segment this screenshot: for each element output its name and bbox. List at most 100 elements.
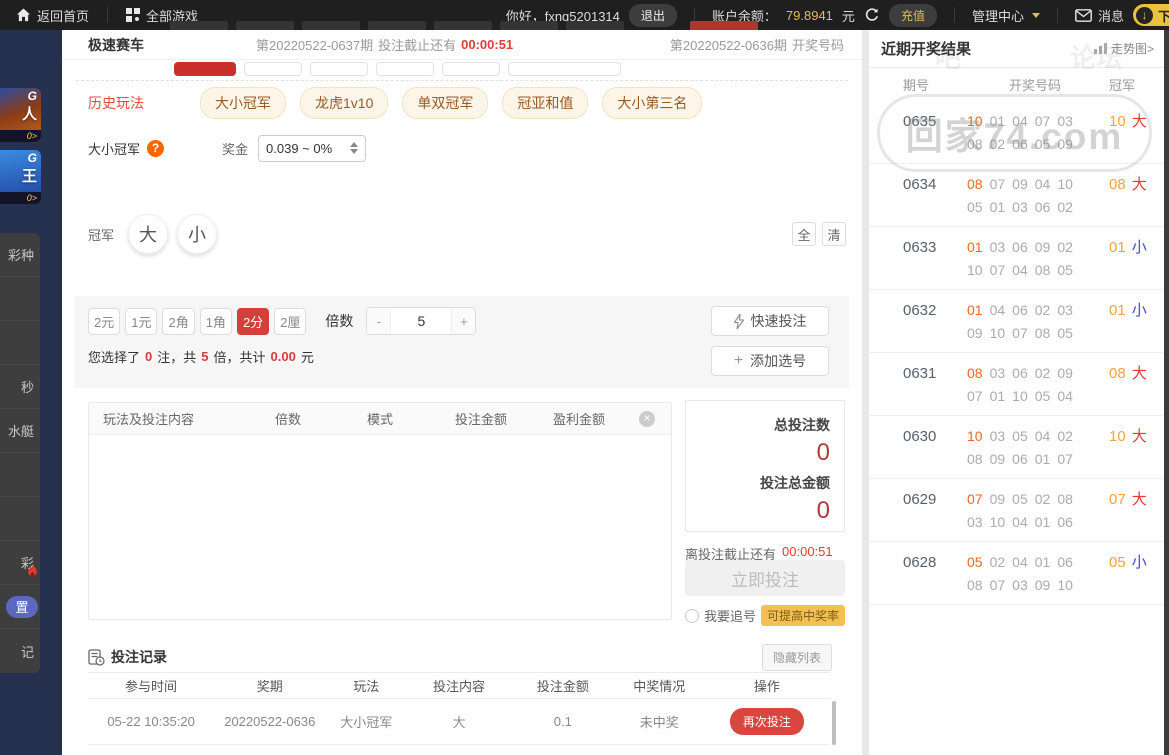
right-edge-scrollbar[interactable]: [1164, 30, 1169, 755]
result-number: 03: [1012, 199, 1028, 215]
chase-tag: 可提高中奖率: [761, 605, 846, 626]
sidebar-menu-item-3[interactable]: 秒: [0, 365, 40, 409]
balance-unit: 元: [841, 8, 855, 24]
admin-center-menu[interactable]: 管理中心: [972, 6, 1040, 25]
sidebar-menu-item-6[interactable]: [0, 497, 40, 541]
summary-mid2: 倍，共计: [213, 350, 266, 365]
add-selection-button[interactable]: + 添加选号: [711, 346, 829, 376]
result-number: 06: [1012, 365, 1028, 381]
result-number: 05: [1057, 325, 1073, 341]
partial-tab[interactable]: [310, 62, 368, 76]
banner-cta: 0>: [0, 130, 41, 142]
playtype-tab-4[interactable]: 大小第三名: [602, 87, 703, 119]
result-number: 02: [1034, 302, 1051, 318]
playtype-tab-1[interactable]: 龙虎1v10: [300, 87, 389, 119]
playtype-tab-0[interactable]: 大小冠军: [200, 87, 286, 119]
messages-label: 消息: [1097, 8, 1124, 24]
denom-button-2厘[interactable]: 2厘: [274, 307, 307, 335]
partial-tab[interactable]: [244, 62, 302, 76]
playtype-tab-2[interactable]: 单双冠军: [402, 87, 489, 119]
download-label: 下: [1157, 8, 1169, 24]
prize-select[interactable]: 0.039 ~ 0%: [258, 134, 367, 162]
sidebar-menu-item-0[interactable]: 彩种: [0, 233, 40, 277]
result-number: 07: [989, 176, 1006, 192]
summary-multiplier: 5: [201, 349, 209, 364]
partial-tab[interactable]: [376, 62, 434, 76]
bet-now-button[interactable]: 立即投注: [685, 560, 845, 596]
result-number: 08: [967, 577, 983, 593]
refresh-icon[interactable]: [864, 7, 880, 23]
sidebar-menu-item-1[interactable]: [0, 277, 40, 321]
download-app-button[interactable]: ↓ 下: [1132, 4, 1169, 26]
trend-chart-link[interactable]: 走势图>: [1093, 40, 1154, 57]
multiplier-plus-button[interactable]: +: [452, 308, 476, 334]
champion-number: 01: [1109, 239, 1126, 256]
result-number: 10: [989, 325, 1006, 341]
champion-number: 08: [1109, 176, 1126, 193]
result-numbers: 01 04 06 02 03 09 10 07 08 05: [967, 299, 1103, 345]
chase-label: 我要追号: [704, 609, 757, 624]
result-number: 07: [989, 262, 1006, 278]
bet-again-button[interactable]: 再次投注: [729, 708, 804, 735]
results-title: 近期开奖结果: [881, 41, 972, 58]
record-col-1: 奖期: [256, 679, 283, 694]
records-scrollbar[interactable]: [832, 701, 836, 745]
partial-tab[interactable]: [442, 62, 500, 76]
hide-list-button[interactable]: 隐藏列表: [761, 643, 832, 671]
option-button-小[interactable]: 小: [177, 214, 217, 254]
result-number: 03: [1057, 302, 1073, 318]
result-row-0630: 0630 10 03 05 04 02 08 09 06 01 07 10 大: [869, 416, 1164, 479]
quick-bet-button[interactable]: 快速投注: [711, 306, 829, 336]
result-number: 05: [1012, 491, 1028, 507]
result-number-line-1: 10 03 05 04 02: [967, 425, 1103, 448]
sidebar-menu-item-7[interactable]: 彩: [0, 541, 40, 585]
messages-link[interactable]: 消息: [1075, 6, 1124, 25]
result-number: 06: [1057, 554, 1073, 570]
promo-banner-2[interactable]: G 王 0>: [0, 150, 41, 204]
col-champion: 冠军: [1109, 78, 1136, 93]
denom-button-2角[interactable]: 2角: [162, 307, 195, 335]
result-number: 10: [989, 514, 1006, 530]
sidebar-menu-item-5[interactable]: [0, 453, 40, 497]
result-champion: 10 大: [1109, 110, 1147, 156]
history-playtypes-link[interactable]: 历史玩法: [88, 93, 144, 113]
denom-button-1元[interactable]: 1元: [125, 307, 158, 335]
result-champion: 01 小: [1109, 236, 1147, 282]
help-icon[interactable]: ?: [147, 139, 165, 157]
chase-radio[interactable]: [685, 608, 699, 623]
option-button-大[interactable]: 大: [128, 214, 168, 254]
playtype-tab-3[interactable]: 冠亚和值: [502, 87, 589, 119]
result-number: 01: [1034, 451, 1051, 467]
recharge-button[interactable]: 充值: [888, 3, 937, 27]
result-numbers: 10 03 05 04 02 08 09 06 01 07: [967, 425, 1103, 471]
champion-type: 大: [1131, 113, 1147, 130]
partial-tab[interactable]: [508, 62, 621, 76]
sidebar-menu-item-2[interactable]: [0, 321, 40, 365]
denom-button-2分[interactable]: 2分: [236, 307, 270, 335]
partial-nav-fragment: [170, 21, 228, 30]
partial-nav-fragment: [500, 21, 558, 30]
multiplier-minus-button[interactable]: -: [367, 308, 391, 334]
denom-button-2元[interactable]: 2元: [88, 307, 121, 335]
clear-button[interactable]: 清: [822, 222, 846, 246]
home-icon: [16, 8, 31, 22]
logout-button[interactable]: 退出: [628, 3, 677, 27]
select-all-button[interactable]: 全: [792, 222, 816, 246]
close-icon[interactable]: ×: [639, 410, 655, 427]
result-number-line-2: 08 07 03 09 10: [967, 574, 1103, 597]
sidebar-menu-item-8[interactable]: 置: [0, 585, 40, 629]
denom-button-1角[interactable]: 1角: [199, 307, 232, 335]
partial-tab-active[interactable]: [174, 62, 236, 76]
result-number-line-2: 10 07 04 08 05: [967, 259, 1103, 282]
promo-banner-1[interactable]: G 人 0>: [0, 88, 41, 142]
total-bets-value: 0: [816, 439, 830, 466]
sidebar-menu-item-9[interactable]: 记: [0, 629, 40, 673]
sidebar-item-label: 秒: [20, 380, 34, 395]
result-number: 04: [1012, 514, 1028, 530]
record-cell-0: 05-22 10:35:20: [107, 714, 195, 729]
home-link[interactable]: 返回首页: [16, 6, 89, 25]
records-table-header: 参与时间 奖期 玩法 投注内容 投注金额 中奖情况 操作: [88, 672, 830, 699]
sidebar-menu-item-4[interactable]: 水艇: [0, 409, 40, 453]
records-title: 投注记录: [111, 649, 167, 665]
multiplier-value[interactable]: 5: [390, 308, 453, 334]
